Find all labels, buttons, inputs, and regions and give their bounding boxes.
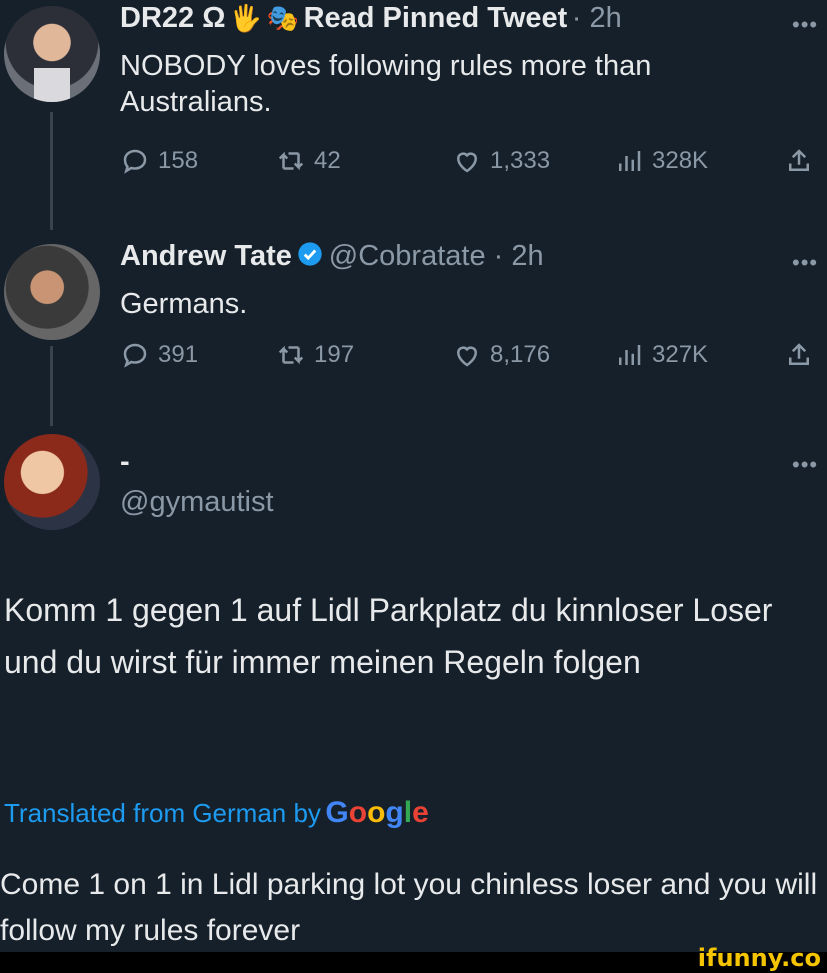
analytics-icon — [619, 151, 641, 171]
handle-time[interactable]: @Cobratate · 2h — [329, 240, 544, 272]
more-icon[interactable]: ••• — [792, 250, 818, 276]
theater-masks-icon: 🎭 — [266, 3, 300, 33]
retweet-button[interactable]: 42 — [276, 146, 341, 176]
share-button[interactable] — [784, 146, 814, 176]
more-icon[interactable]: ••• — [792, 12, 818, 38]
tweet-header: Andrew Tate @Cobratate · 2h — [120, 240, 544, 273]
translation-attribution[interactable]: Translated from German by Google — [4, 796, 429, 830]
retweet-icon — [278, 345, 304, 365]
retweet-count: 42 — [314, 147, 341, 174]
action-bar: 158 42 1,333 328K — [120, 146, 827, 182]
views-button[interactable]: 328K — [614, 146, 708, 176]
tweet-text: Komm 1 gegen 1 auf Lidl Parkplatz du kin… — [4, 592, 773, 680]
display-name[interactable]: DR22 Ω — [120, 2, 225, 34]
reply-count: 391 — [158, 341, 199, 368]
view-count: 327K — [652, 341, 709, 368]
action-bar: 391 197 8,176 327K — [120, 340, 827, 376]
retweet-count: 197 — [314, 341, 355, 368]
heart-icon — [456, 152, 478, 173]
tweet-text: NOBODY loves following rules more than A… — [120, 50, 652, 118]
share-icon — [789, 149, 809, 171]
handle[interactable]: @gymautist — [120, 486, 274, 519]
reply-button[interactable]: 391 — [120, 340, 198, 370]
avatar-dr22[interactable] — [4, 6, 100, 102]
thread-line — [50, 112, 53, 230]
like-button[interactable]: 8,176 — [452, 340, 550, 370]
reply-button[interactable]: 158 — [120, 146, 198, 176]
more-icon[interactable]: ••• — [792, 452, 818, 478]
views-button[interactable]: 327K — [614, 340, 708, 370]
tweet-time: · 2h — [571, 2, 622, 34]
shirt-shape — [34, 68, 70, 102]
like-count: 8,176 — [490, 341, 551, 368]
reply-icon — [123, 343, 147, 368]
like-button[interactable]: 1,333 — [452, 146, 550, 176]
view-count: 328K — [652, 147, 709, 174]
hand-icon: 🖐 — [229, 3, 263, 33]
tweet-header: DR22 Ω 🖐 🎭 Read Pinned Tweet · 2h — [120, 2, 622, 35]
avatar-gymautist[interactable] — [4, 434, 100, 530]
heart-icon — [456, 346, 478, 367]
display-name[interactable]: - — [120, 446, 130, 479]
translated-label: Translated from German by — [4, 798, 321, 828]
pinned-link[interactable]: Read Pinned Tweet — [304, 2, 568, 34]
google-logo: Google — [325, 796, 429, 829]
analytics-icon — [619, 345, 641, 365]
like-count: 1,333 — [490, 147, 551, 174]
tweet-text: Germans. — [120, 288, 248, 320]
share-button[interactable] — [784, 340, 814, 370]
thread-line — [50, 346, 53, 426]
verified-badge-icon — [296, 240, 324, 273]
retweet-icon — [278, 151, 304, 171]
translation-text: Come 1 on 1 in Lidl parking lot you chin… — [0, 868, 818, 947]
display-name[interactable]: Andrew Tate — [120, 240, 292, 272]
watermark: ifunny.co — [697, 944, 821, 972]
reply-icon — [123, 149, 147, 174]
avatar-andrew-tate[interactable] — [4, 244, 100, 340]
reply-count: 158 — [158, 147, 199, 174]
share-icon — [789, 343, 809, 365]
retweet-button[interactable]: 197 — [276, 340, 354, 370]
